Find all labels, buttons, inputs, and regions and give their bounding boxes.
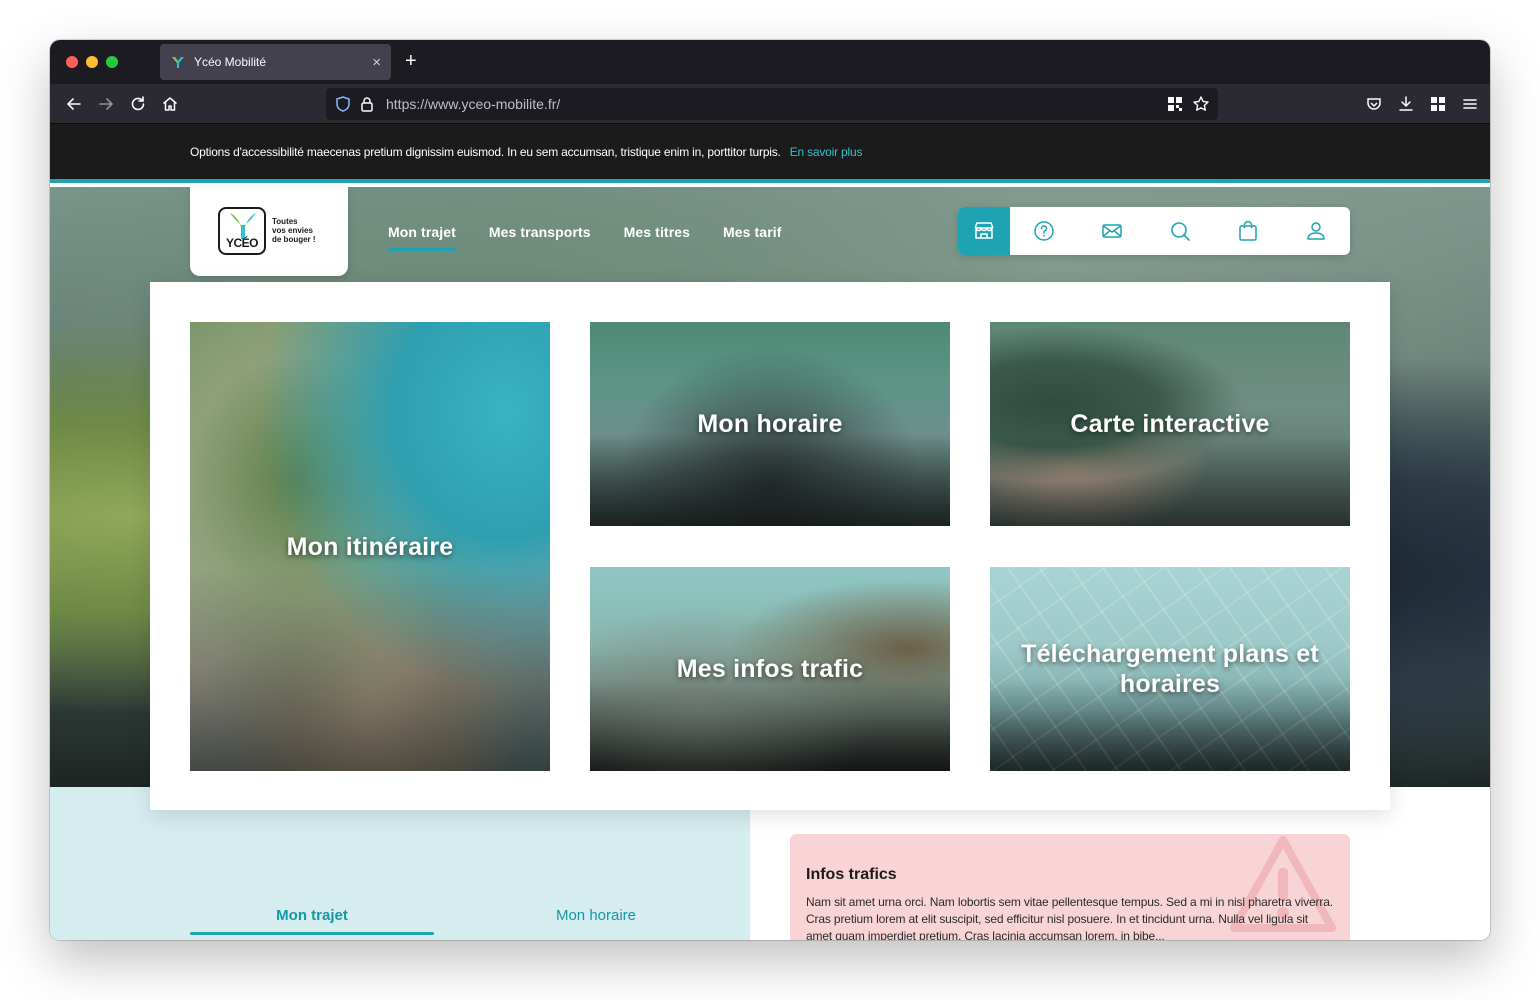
tile-mon-horaire[interactable]: Mon horaire	[590, 322, 950, 526]
yceo-logo-icon: YCÉO	[218, 207, 266, 255]
logo-tagline: Toutes vos envies de bouger !	[272, 217, 342, 244]
forward-arrow-icon[interactable]	[96, 94, 116, 114]
tile-carte-interactive[interactable]: Carte interactive	[990, 322, 1350, 526]
tab-mon-trajet[interactable]: Mon trajet	[190, 907, 434, 924]
nav-mes-tarif[interactable]: Mes tarif	[723, 224, 781, 240]
tile-label: Mon itinéraire	[286, 532, 454, 561]
tagline-line-2: vos envies	[272, 226, 313, 235]
traffic-info-body: Nam sit amet urna orci. Nam lobortis sem…	[806, 895, 1333, 940]
pocket-icon[interactable]	[1364, 94, 1384, 114]
learn-more-link[interactable]: En savoir plus	[790, 145, 863, 159]
page-viewport: Options d'accessibilité maecenas pretium…	[50, 124, 1490, 940]
navigation-bar: https://www.yceo-mobilite.fr/	[50, 84, 1490, 124]
qr-code-icon[interactable]	[1166, 95, 1184, 113]
yceo-favicon-icon	[172, 57, 184, 68]
address-bar[interactable]: https://www.yceo-mobilite.fr/	[326, 88, 1218, 120]
close-window-button[interactable]	[66, 56, 78, 68]
help-icon[interactable]	[1010, 207, 1078, 255]
back-arrow-icon[interactable]	[64, 94, 84, 114]
tab-bar: Ycéo Mobilité × +	[50, 40, 1490, 84]
user-account-icon[interactable]	[1282, 207, 1350, 255]
header-toolbar	[958, 207, 1350, 255]
nav-mes-titres[interactable]: Mes titres	[624, 224, 690, 240]
tab-mon-horaire[interactable]: Mon horaire	[516, 907, 676, 924]
url-text[interactable]: https://www.yceo-mobilite.fr/	[386, 96, 560, 112]
new-tab-button[interactable]: +	[405, 50, 417, 72]
mail-icon[interactable]	[1078, 207, 1146, 255]
tile-label: Carte interactive	[1070, 410, 1270, 438]
hamburger-menu-icon[interactable]	[1460, 94, 1480, 114]
shopping-bag-icon[interactable]	[1214, 207, 1282, 255]
tile-telechargement[interactable]: Téléchargement plans et horaires	[990, 567, 1350, 771]
tile-mon-itineraire[interactable]: Mon itinéraire	[190, 322, 550, 771]
site-logo[interactable]: YCÉO Toutes vos envies de bouger !	[190, 187, 348, 276]
tile-mes-infos-trafic[interactable]: Mes infos trafic	[590, 567, 950, 771]
tagline-line-1: Toutes	[272, 217, 298, 226]
shield-icon[interactable]	[334, 95, 352, 113]
accessibility-banner: Options d'accessibilité maecenas pretium…	[50, 124, 1490, 183]
maximize-window-button[interactable]	[106, 56, 118, 68]
search-icon[interactable]	[1146, 207, 1214, 255]
tile-label: Téléchargement plans et horaires	[1021, 640, 1319, 698]
lock-icon[interactable]	[358, 95, 376, 113]
home-icon[interactable]	[160, 94, 180, 114]
tagline-line-3: de bouger !	[272, 235, 316, 244]
tab-title: Ycéo Mobilité	[194, 55, 267, 69]
close-tab-icon[interactable]: ×	[372, 54, 381, 71]
browser-window: Ycéo Mobilité × + https://www.yceo-mobil…	[50, 40, 1490, 940]
minimize-window-button[interactable]	[86, 56, 98, 68]
tile-label: Mes infos trafic	[676, 655, 864, 683]
extensions-icon[interactable]	[1428, 94, 1448, 114]
traffic-info-card[interactable]: Infos trafics Nam sit amet urna orci. Na…	[790, 834, 1350, 940]
tile-label: Mon horaire	[697, 410, 843, 438]
active-tab-indicator	[190, 932, 434, 935]
nav-mon-trajet[interactable]: Mon trajet	[388, 224, 456, 251]
shop-icon[interactable]	[958, 207, 1010, 255]
logo-brand-text: YCÉO	[225, 236, 259, 250]
services-grid: Mon itinéraire Mon horaire Carte interac…	[150, 282, 1390, 810]
download-icon[interactable]	[1396, 94, 1416, 114]
bookmark-star-icon[interactable]	[1192, 95, 1210, 113]
accessibility-text: Options d'accessibilité maecenas pretium…	[190, 144, 781, 159]
main-navigation: Mon trajet Mes transports Mes titres Mes…	[388, 224, 815, 251]
nav-mes-transports[interactable]: Mes transports	[489, 224, 591, 240]
browser-tab[interactable]: Ycéo Mobilité ×	[160, 44, 391, 80]
traffic-info-title: Infos trafics	[806, 866, 897, 883]
reload-icon[interactable]	[128, 94, 148, 114]
